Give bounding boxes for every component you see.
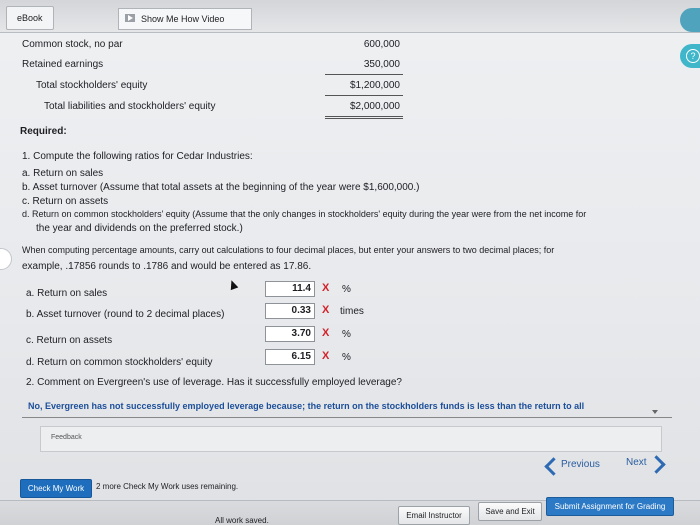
answer-label-return-on-assets: c. Return on assets	[26, 335, 113, 346]
feedback-label: Feedback	[51, 434, 82, 441]
previous-button[interactable]: Previous	[544, 454, 610, 476]
save-status: All work saved.	[215, 516, 269, 525]
required-item-d-continued: the year and dividends on the preferred …	[36, 223, 243, 234]
rounding-instructions: When computing percentage amounts, carry…	[22, 245, 555, 255]
required-heading: Required:	[20, 126, 67, 137]
total-rule	[325, 95, 403, 96]
double-rule-top	[325, 116, 403, 117]
leverage-answer-field[interactable]: No, Evergreen has not successfully emplo…	[22, 399, 672, 418]
chevron-down-icon[interactable]	[652, 410, 658, 414]
asset-turnover-input[interactable]: 0.33	[265, 303, 315, 319]
mouse-cursor	[227, 278, 239, 291]
balance-value-total-liabilities-equity: $2,000,000	[349, 101, 400, 112]
help-tab[interactable]: ?	[680, 44, 700, 68]
incorrect-mark: X	[322, 282, 330, 294]
balance-label-retained-earnings: Retained earnings	[22, 59, 104, 70]
required-item-1: 1. Compute the following ratios for Ceda…	[22, 151, 253, 162]
next-label: Next	[626, 457, 647, 468]
ebook-tab[interactable]: eBook	[6, 6, 54, 30]
required-item-c: c. Return on assets	[22, 196, 109, 207]
balance-value-total-equity: $1,200,000	[349, 80, 400, 91]
subtotal-rule	[325, 74, 403, 75]
save-and-exit-button[interactable]: Save and Exit	[478, 502, 542, 521]
question-2-prompt: 2. Comment on Evergreen's use of leverag…	[26, 377, 402, 388]
assignment-screen: eBook Show Me How Video ? Common stock, …	[0, 0, 700, 525]
balance-value-retained-earnings: 350,000	[363, 59, 400, 70]
email-instructor-button[interactable]: Email Instructor	[398, 506, 470, 525]
incorrect-mark: X	[322, 350, 330, 362]
return-on-sales-input[interactable]: 11.4	[265, 281, 315, 297]
times-unit: times	[340, 306, 364, 317]
balance-value-common-stock: 600,000	[363, 39, 400, 50]
next-button[interactable]: Next	[624, 452, 666, 474]
feedback-panel[interactable]: Feedback	[40, 426, 662, 452]
answer-label-asset-turnover: b. Asset turnover (round to 2 decimal pl…	[26, 309, 225, 320]
previous-label: Previous	[561, 459, 600, 470]
percent-unit: %	[342, 352, 351, 363]
balance-label-total-equity: Total stockholders' equity	[36, 80, 148, 91]
video-icon	[125, 14, 135, 22]
balance-label-total-liabilities-equity: Total liabilities and stockholders' equi…	[44, 101, 216, 112]
chevron-left-icon	[544, 457, 563, 476]
check-my-work-remaining: 2 more Check My Work uses remaining.	[96, 482, 239, 491]
chevron-right-icon	[647, 455, 666, 474]
show-me-how-video-button[interactable]: Show Me How Video	[118, 8, 252, 30]
required-item-b: b. Asset turnover (Assume that total ass…	[22, 182, 420, 193]
return-on-assets-input[interactable]: 3.70	[265, 326, 315, 342]
balance-label-common-stock: Common stock, no par	[22, 39, 123, 50]
incorrect-mark: X	[322, 304, 330, 316]
top-toolbar: eBook Show Me How Video	[0, 0, 700, 33]
video-button-label: Show Me How Video	[141, 14, 225, 24]
answer-label-return-on-sales: a. Return on sales	[26, 288, 108, 299]
percent-unit: %	[342, 284, 351, 295]
required-item-a: a. Return on sales	[22, 168, 104, 179]
check-my-work-button[interactable]: Check My Work	[20, 479, 92, 498]
incorrect-mark: X	[322, 327, 330, 339]
required-item-d: d. Return on common stockholders' equity…	[22, 209, 587, 219]
percent-unit: %	[342, 329, 351, 340]
left-scroll-handle[interactable]	[0, 248, 12, 270]
help-icon: ?	[686, 49, 700, 63]
side-panel-tab[interactable]	[680, 8, 700, 32]
rounding-example: example, .17856 rounds to .1786 and woul…	[22, 261, 312, 272]
leverage-answer-text: No, Evergreen has not successfully emplo…	[28, 401, 585, 411]
double-rule-bottom	[325, 118, 403, 119]
answer-label-return-on-equity: d. Return on common stockholders' equity	[26, 357, 213, 368]
submit-assignment-button[interactable]: Submit Assignment for Grading	[546, 497, 674, 516]
return-on-equity-input[interactable]: 6.15	[265, 349, 315, 365]
